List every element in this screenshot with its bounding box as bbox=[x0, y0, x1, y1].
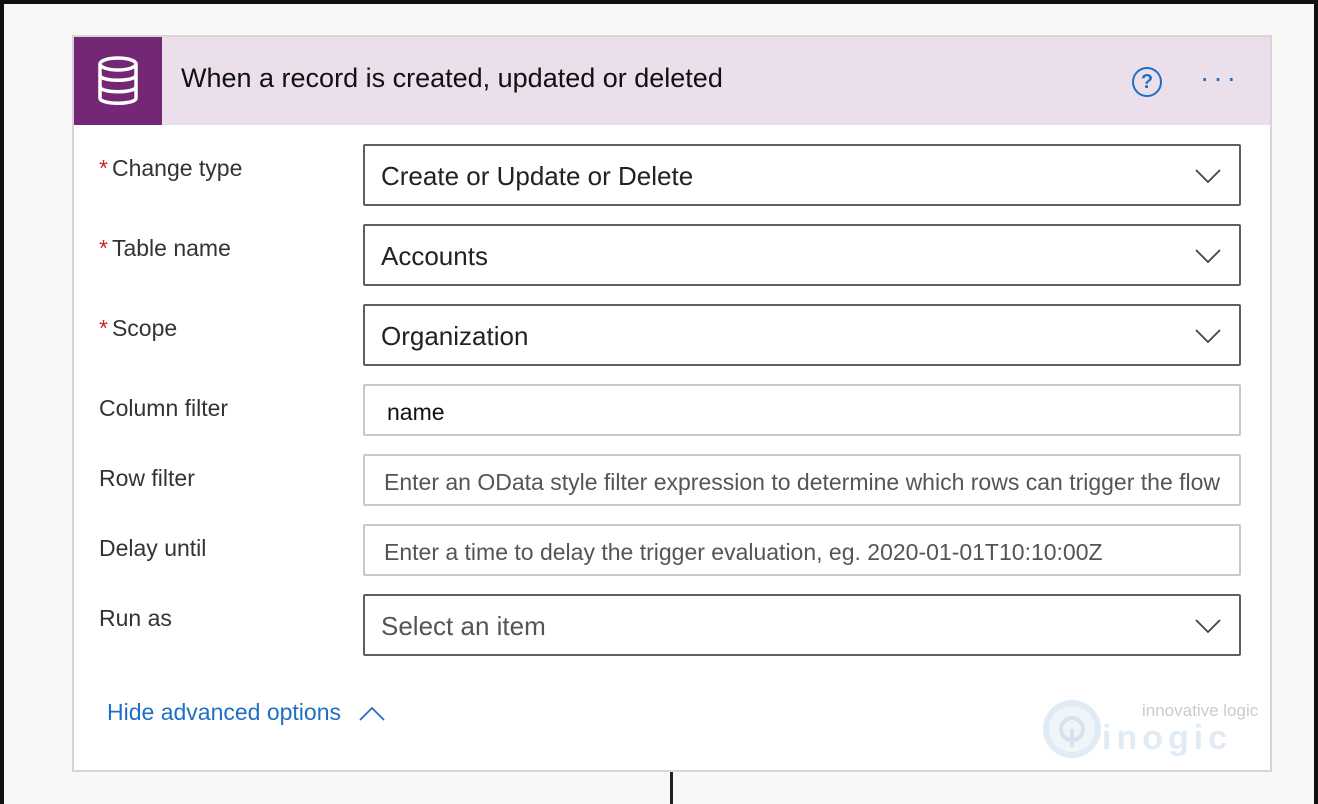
required-marker: * bbox=[99, 315, 108, 341]
flow-connector-line bbox=[670, 772, 673, 804]
chevron-down-icon bbox=[1195, 168, 1221, 184]
watermark-brand: inogic bbox=[1102, 719, 1232, 758]
chevron-up-icon bbox=[359, 706, 385, 722]
run-as-label: Run as bbox=[99, 605, 172, 632]
hide-advanced-options-link[interactable]: Hide advanced options bbox=[107, 699, 385, 726]
delay-until-input[interactable]: Enter a time to delay the trigger evalua… bbox=[363, 524, 1241, 576]
hide-advanced-options-label: Hide advanced options bbox=[107, 699, 341, 725]
required-marker: * bbox=[99, 155, 108, 181]
delay-until-label: Delay until bbox=[99, 535, 206, 562]
change-type-value: Create or Update or Delete bbox=[381, 161, 693, 192]
table-name-dropdown[interactable]: Accounts bbox=[363, 224, 1241, 286]
change-type-label: *Change type bbox=[99, 155, 242, 182]
trigger-card: When a record is created, updated or del… bbox=[72, 35, 1272, 772]
scope-label-text: Scope bbox=[112, 315, 177, 341]
watermark-tagline: innovative logic bbox=[1142, 701, 1258, 721]
delay-until-placeholder: Enter a time to delay the trigger evalua… bbox=[384, 539, 1103, 566]
card-header[interactable]: When a record is created, updated or del… bbox=[74, 37, 1270, 125]
help-icon[interactable]: ? bbox=[1132, 67, 1162, 97]
change-type-label-text: Change type bbox=[112, 155, 242, 181]
row-filter-input[interactable]: Enter an OData style filter expression t… bbox=[363, 454, 1241, 506]
chevron-down-icon bbox=[1195, 618, 1221, 634]
row-filter-label: Row filter bbox=[99, 465, 195, 492]
column-filter-label: Column filter bbox=[99, 395, 228, 422]
change-type-dropdown[interactable]: Create or Update or Delete bbox=[363, 144, 1241, 206]
table-name-label: *Table name bbox=[99, 235, 231, 262]
chevron-down-icon bbox=[1195, 328, 1221, 344]
column-filter-value: name bbox=[387, 399, 445, 426]
dataverse-icon-box bbox=[74, 37, 162, 125]
database-icon bbox=[96, 55, 140, 107]
chevron-down-icon bbox=[1195, 248, 1221, 264]
card-title: When a record is created, updated or del… bbox=[181, 63, 723, 94]
scope-dropdown[interactable]: Organization bbox=[363, 304, 1241, 366]
table-name-value: Accounts bbox=[381, 241, 488, 272]
run-as-dropdown[interactable]: Select an item bbox=[363, 594, 1241, 656]
run-as-placeholder: Select an item bbox=[381, 611, 546, 642]
column-filter-input[interactable]: name bbox=[363, 384, 1241, 436]
inogic-logo-icon bbox=[1042, 699, 1102, 759]
required-marker: * bbox=[99, 235, 108, 261]
table-name-label-text: Table name bbox=[112, 235, 231, 261]
more-options-icon[interactable]: ··· bbox=[1200, 63, 1248, 93]
inogic-watermark: innovative logic inogic bbox=[1042, 697, 1262, 761]
scope-value: Organization bbox=[381, 321, 528, 352]
scope-label: *Scope bbox=[99, 315, 177, 342]
row-filter-placeholder: Enter an OData style filter expression t… bbox=[384, 469, 1220, 496]
